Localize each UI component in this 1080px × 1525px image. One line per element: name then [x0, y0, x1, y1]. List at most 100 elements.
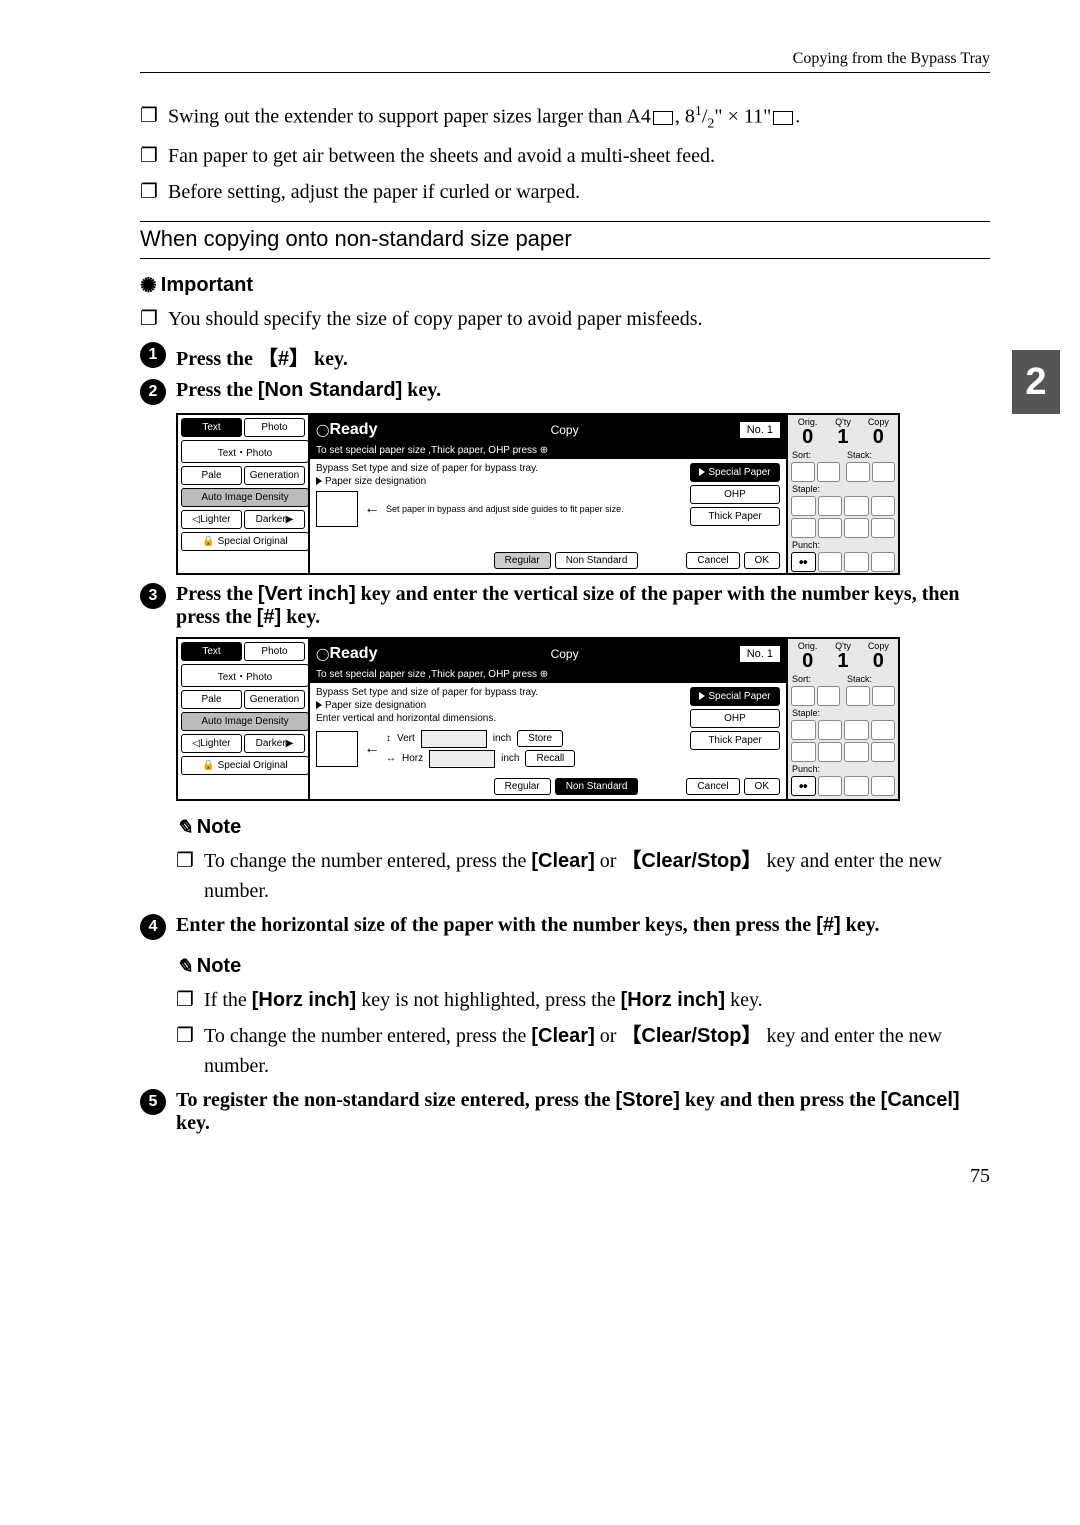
ready-label: Ready	[329, 421, 377, 439]
bullet-icon: ❐	[176, 846, 204, 906]
auto-density-button[interactable]: Auto Image Density	[181, 712, 309, 731]
staple-option-button[interactable]	[791, 518, 816, 538]
text-button[interactable]: Text	[181, 418, 242, 437]
sort-option-button[interactable]	[817, 462, 841, 482]
step-text: Press the [Vert inch] key and enter the …	[176, 583, 990, 629]
punch-option-button[interactable]	[818, 776, 843, 796]
lighter-button[interactable]: ◁Lighter	[181, 734, 242, 753]
darker-button[interactable]: Darker▶	[244, 734, 305, 753]
vert-input[interactable]	[421, 730, 487, 748]
stack-option-button[interactable]	[872, 462, 896, 482]
stack-label: Stack:	[843, 673, 898, 685]
thick-paper-button[interactable]: Thick Paper	[690, 731, 780, 750]
inch-label: inch	[493, 733, 511, 744]
punch-option-button[interactable]	[844, 776, 869, 796]
leftright-icon: ↔	[386, 753, 396, 764]
regular-button[interactable]: Regular	[494, 778, 551, 795]
punch-option-button[interactable]	[818, 552, 843, 572]
staple-option-button[interactable]	[818, 496, 843, 516]
punch-option-button[interactable]: ⦁⦁	[791, 552, 816, 572]
punch-option-button[interactable]	[871, 552, 896, 572]
step-number-icon: 3	[140, 583, 166, 609]
sort-option-button[interactable]	[791, 686, 815, 706]
staple-option-button[interactable]	[844, 742, 869, 762]
photo-button[interactable]: Photo	[244, 642, 305, 661]
staple-option-button[interactable]	[791, 742, 816, 762]
stack-label: Stack:	[843, 449, 898, 461]
special-original-button[interactable]: 🔒 Special Original	[181, 532, 309, 551]
sort-option-button[interactable]	[791, 462, 815, 482]
photo-button[interactable]: Photo	[244, 418, 305, 437]
step-number-icon: 4	[140, 914, 166, 940]
copy-mode-label: Copy	[551, 423, 579, 437]
copier-screen-2: TextPhoto Text・Photo PaleGeneration Auto…	[176, 637, 900, 801]
step-number-icon: 1	[140, 342, 166, 368]
text-button[interactable]: Text	[181, 642, 242, 661]
stack-option-button[interactable]	[846, 686, 870, 706]
cancel-button[interactable]: Cancel	[686, 778, 739, 795]
stack-option-button[interactable]	[872, 686, 896, 706]
staple-option-button[interactable]	[791, 720, 816, 740]
store-button[interactable]: Store	[517, 730, 563, 747]
copier-screen-1: TextPhoto Text・Photo PaleGeneration Auto…	[176, 413, 900, 575]
staple-option-button[interactable]	[818, 720, 843, 740]
thick-paper-button[interactable]: Thick Paper	[690, 507, 780, 526]
note-label: Note	[197, 955, 241, 977]
pale-button[interactable]: Pale	[181, 690, 242, 709]
ohp-button[interactable]: OHP	[690, 485, 780, 504]
qty-count: 1	[825, 427, 860, 447]
lighter-button[interactable]: ◁Lighter	[181, 510, 242, 529]
special-paper-button[interactable]: Special Paper	[690, 463, 780, 482]
staple-option-button[interactable]	[818, 518, 843, 538]
staple-option-button[interactable]	[871, 518, 896, 538]
staple-option-button[interactable]	[844, 518, 869, 538]
special-original-button[interactable]: 🔒 Special Original	[181, 756, 309, 775]
staple-option-button[interactable]	[844, 496, 869, 516]
generation-button[interactable]: Generation	[244, 690, 305, 709]
ohp-button[interactable]: OHP	[690, 709, 780, 728]
darker-button[interactable]: Darker▶	[244, 510, 305, 529]
guides-text: Set paper in bypass and adjust side guid…	[386, 504, 624, 514]
arrow-left-icon: ←	[364, 500, 380, 518]
staple-option-button[interactable]	[844, 720, 869, 740]
copy-mode-label: Copy	[551, 647, 579, 661]
non-standard-button[interactable]: Non Standard	[555, 552, 639, 569]
regular-button[interactable]: Regular	[494, 552, 551, 569]
sort-label: Sort:	[788, 673, 843, 685]
triangle-icon	[316, 477, 322, 485]
staple-option-button[interactable]	[791, 496, 816, 516]
staple-option-button[interactable]	[871, 720, 896, 740]
bypass-label: Bypass Set type and size of paper for by…	[316, 463, 684, 474]
enter-dims-label: Enter vertical and horizontal dimensions…	[316, 713, 684, 724]
tray-diagram-icon	[316, 731, 358, 767]
punch-option-button[interactable]	[844, 552, 869, 572]
pale-button[interactable]: Pale	[181, 466, 242, 485]
auto-density-button[interactable]: Auto Image Density	[181, 488, 309, 507]
bullet-text: Before setting, adjust the paper if curl…	[168, 177, 580, 207]
text-photo-button[interactable]: Text・Photo	[181, 664, 309, 687]
cancel-button[interactable]: Cancel	[686, 552, 739, 569]
punch-option-button[interactable]	[871, 776, 896, 796]
paper-size-label: Paper size designation	[325, 700, 426, 711]
stack-option-button[interactable]	[846, 462, 870, 482]
ok-button[interactable]: OK	[744, 778, 780, 795]
generation-button[interactable]: Generation	[244, 466, 305, 485]
horz-input[interactable]	[429, 750, 495, 768]
staple-label: Staple:	[788, 707, 898, 719]
ready-indicator-icon: ◯	[316, 647, 329, 661]
non-standard-button[interactable]: Non Standard	[555, 778, 639, 795]
note-text: To change the number entered, press the …	[204, 1021, 990, 1081]
ready-indicator-icon: ◯	[316, 423, 329, 437]
recall-button[interactable]: Recall	[525, 750, 575, 767]
bullet-icon: ❐	[176, 985, 204, 1015]
staple-option-button[interactable]	[871, 742, 896, 762]
sort-option-button[interactable]	[817, 686, 841, 706]
note-icon: ✎	[176, 815, 193, 840]
special-paper-button[interactable]: Special Paper	[690, 687, 780, 706]
text-photo-button[interactable]: Text・Photo	[181, 440, 309, 463]
staple-option-button[interactable]	[818, 742, 843, 762]
staple-option-button[interactable]	[871, 496, 896, 516]
punch-label: Punch:	[788, 539, 898, 551]
ok-button[interactable]: OK	[744, 552, 780, 569]
punch-option-button[interactable]: ⦁⦁	[791, 776, 816, 796]
